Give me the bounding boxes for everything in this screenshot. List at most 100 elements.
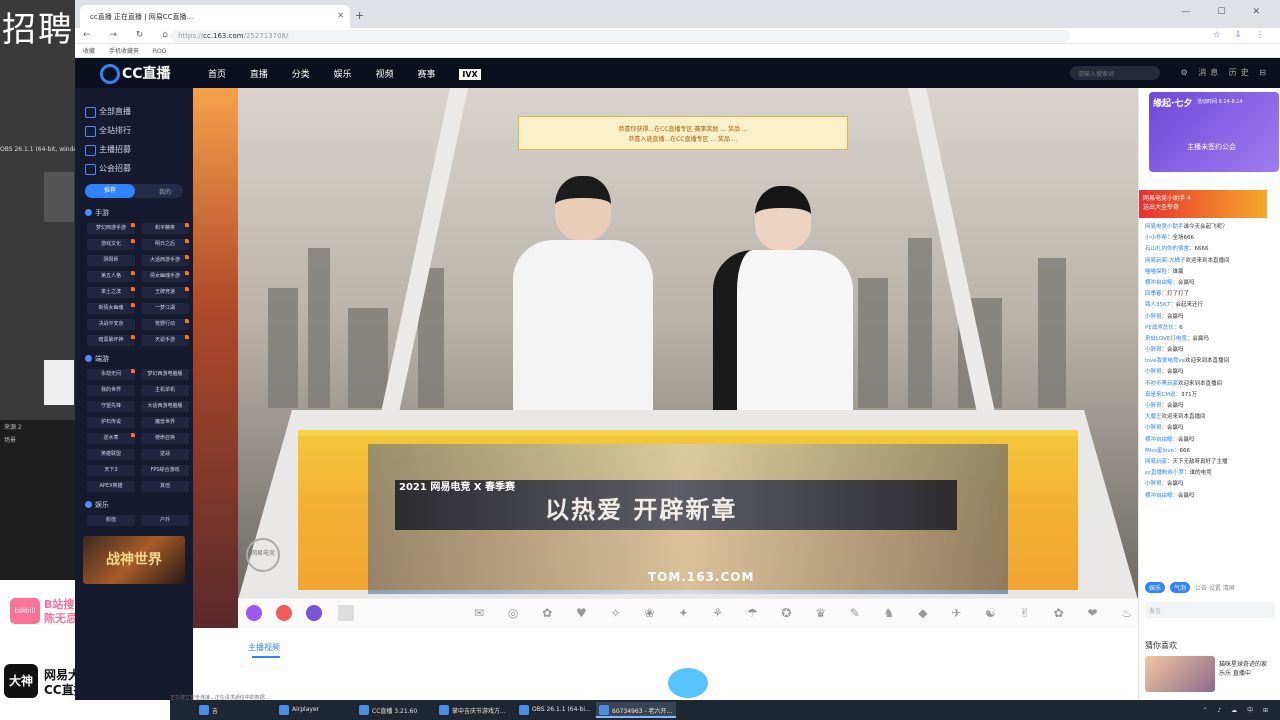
game-link[interactable]: 新倩女幽魂 bbox=[87, 303, 135, 314]
gift-bag-icon[interactable] bbox=[276, 605, 292, 621]
game-link[interactable]: 逆战 bbox=[141, 449, 189, 460]
ent-link[interactable]: 颜值 bbox=[87, 515, 135, 526]
noble-icon[interactable] bbox=[306, 605, 322, 621]
search-input[interactable]: 请输入搜索词 bbox=[1070, 66, 1160, 80]
chat-username[interactable]: 网易玩家： bbox=[1145, 459, 1173, 465]
tab-anchor-videos[interactable]: 主播视频 bbox=[248, 642, 280, 658]
chat-username[interactable]: 真是来CM说： bbox=[1145, 392, 1181, 398]
game-link[interactable]: 魔兽世界 bbox=[141, 417, 189, 428]
game-link[interactable]: 我的世界 bbox=[87, 385, 135, 396]
sidebar-item-all-live[interactable]: 全部直播 bbox=[75, 102, 193, 121]
game-link[interactable]: 游戏文化 bbox=[87, 239, 135, 250]
game-link[interactable]: 守望先锋 bbox=[87, 401, 135, 412]
obs-scene-row[interactable]: 场景 bbox=[0, 433, 75, 446]
obs-scene-row[interactable]: 来源 2 bbox=[0, 420, 75, 433]
game-link[interactable]: 决战平安京 bbox=[87, 319, 135, 330]
chat-username[interactable]: 路人3567： bbox=[1145, 302, 1176, 308]
game-link[interactable]: 大话西游电脑版 bbox=[141, 401, 189, 412]
game-link[interactable]: 天谕手游 bbox=[141, 335, 189, 346]
game-link[interactable]: 王牌竞速 bbox=[141, 287, 189, 298]
game-link[interactable]: 和平精英 bbox=[141, 223, 189, 234]
game-link[interactable]: 逆水寒 bbox=[87, 433, 135, 444]
game-link[interactable]: FPS综合游戏 bbox=[141, 465, 189, 476]
toggle-mine[interactable]: 我的 bbox=[159, 187, 171, 196]
toggle-recommend[interactable]: 推荐 bbox=[85, 184, 135, 198]
game-link[interactable]: 使命召唤 bbox=[141, 433, 189, 444]
chat-username[interactable]: 小胖哥： bbox=[1145, 425, 1167, 431]
chat-mode-bubble[interactable]: 气泡 bbox=[1169, 582, 1190, 593]
chat-input[interactable]: 发言 bbox=[1145, 602, 1275, 618]
taskbar-item[interactable]: Airplayer bbox=[276, 702, 323, 718]
cc-logo[interactable]: CC直播 bbox=[100, 63, 171, 84]
game-link[interactable]: 永劫无间 bbox=[87, 369, 135, 380]
close-icon[interactable]: ✕ bbox=[337, 11, 344, 20]
system-tray-icons[interactable]: ⌃ ♪ ☁ 中 ⊞ bbox=[1202, 705, 1272, 714]
sidebar-item-guild-recruit[interactable]: 公会招募 bbox=[75, 159, 193, 178]
chat-username[interactable]: cc直播粉丝小罗： bbox=[1145, 470, 1190, 476]
chat-username[interactable]: 喵喵探险： bbox=[1145, 269, 1173, 275]
window-controls[interactable]: — ☐ ✕ bbox=[1182, 7, 1272, 17]
fan-badge-icon[interactable] bbox=[246, 605, 262, 621]
gift-list[interactable]: ✉ ◎ ✿ ♥ ✧ ❀ ✦ ⚘ ☂ ✪ ♛ ✎ ♞ ◆ ✈ ☯ ✌ ✿ ❤ ♨ … bbox=[474, 606, 1177, 620]
chat-username[interactable]: Miss星love： bbox=[1145, 448, 1180, 454]
game-link[interactable]: 炉石传说 bbox=[87, 417, 135, 428]
chat-username[interactable]: 石山扎内你的宿舍： bbox=[1145, 246, 1195, 252]
taskbar-item[interactable]: OBS 26.1.1 (64-bi... bbox=[516, 702, 595, 718]
game-link[interactable]: 阴阳师 bbox=[87, 255, 135, 266]
nav-ivx-badge[interactable]: IVX bbox=[459, 69, 481, 80]
chat-username[interactable]: 横冲自由鲸： bbox=[1145, 280, 1178, 286]
sidebar-item-anchor-recruit[interactable]: 主播招募 bbox=[75, 140, 193, 159]
game-link[interactable]: 倩女幽魂手游 bbox=[141, 271, 189, 282]
game-link[interactable]: 一梦江湖 bbox=[141, 303, 189, 314]
chat-username[interactable]: 横冲自由鲸： bbox=[1145, 493, 1178, 499]
event-banner[interactable]: 缘起·七夕 活动时间 8.14-8.14 主播未签约公会 bbox=[1149, 92, 1279, 172]
taskbar-item[interactable]: 掌中吉庆节游戏方... bbox=[436, 702, 510, 718]
game-link[interactable]: 梦幻西游电脑版 bbox=[141, 369, 189, 380]
chat-username[interactable]: 网易玩家-大橘子 bbox=[1145, 258, 1186, 264]
chat-username[interactable]: 不吹不黑玩家 bbox=[1145, 381, 1178, 387]
chat-username[interactable]: 横冲自由鲸： bbox=[1145, 437, 1178, 443]
game-link[interactable]: APEX英雄 bbox=[87, 481, 135, 492]
grid-icon[interactable] bbox=[338, 605, 354, 621]
nav-buttons-icon[interactable]: ← → ↻ ⌂ bbox=[83, 30, 176, 40]
game-link[interactable]: 梦幻西游手游 bbox=[87, 223, 135, 234]
game-link[interactable]: 其他 bbox=[141, 481, 189, 492]
sidebar-ad-banner[interactable]: 战神世界 bbox=[83, 536, 185, 584]
chat-username[interactable]: 网易电竞小助手 bbox=[1145, 224, 1184, 230]
toolbar-icons[interactable]: ☆ ⇩ ⋮ bbox=[1213, 30, 1270, 39]
header-user-actions[interactable]: ⚙ 消息 历史 ⊟ bbox=[1180, 67, 1270, 78]
live-video-player[interactable]: 恭喜你获得...在CC直播专区 赛事奖励 ... 奖品 ... 恭喜入选直播..… bbox=[238, 88, 1138, 598]
chat-clear[interactable]: 清屏 bbox=[1223, 585, 1235, 592]
taskbar-item-active[interactable]: 60734963 - 老六开... bbox=[596, 702, 677, 718]
nav-entertainment[interactable]: 娱乐 bbox=[334, 70, 352, 80]
guess-text[interactable]: 猫咪星球奇迹的家 乐乐 直播中 bbox=[1219, 660, 1267, 678]
chat-notice[interactable]: 公告 bbox=[1195, 585, 1207, 592]
game-link[interactable]: 荒野行动 bbox=[141, 319, 189, 330]
chat-username[interactable]: 小胖哥： bbox=[1145, 369, 1167, 375]
browser-tab[interactable]: cc直播 正在直播 | 网易CC直播... ✕ bbox=[80, 5, 350, 28]
bookmark-item[interactable]: 收藏 bbox=[83, 48, 95, 55]
chat-username[interactable]: 小胖哥： bbox=[1145, 314, 1167, 320]
new-tab-icon[interactable]: + bbox=[355, 9, 364, 22]
chat-username[interactable]: 大魔王 bbox=[1145, 414, 1162, 420]
chat-mode-entertainment[interactable]: 娱乐 bbox=[1145, 582, 1166, 593]
sidebar-item-ranking[interactable]: 全站排行 bbox=[75, 121, 193, 140]
game-link[interactable]: 天下3 bbox=[87, 465, 135, 476]
nav-live[interactable]: 直播 bbox=[250, 70, 268, 80]
chat-username[interactable]: love我爱电竞ve bbox=[1145, 358, 1185, 364]
url-input[interactable]: https://cc.163.com/252713708/ bbox=[170, 30, 1070, 42]
nav-home[interactable]: 首页 bbox=[208, 70, 226, 80]
chat-username[interactable]: 小胖哥： bbox=[1145, 347, 1167, 353]
game-link[interactable]: 明日之后 bbox=[141, 239, 189, 250]
nav-category[interactable]: 分类 bbox=[292, 70, 310, 80]
chat-settings[interactable]: 设置 bbox=[1209, 585, 1221, 592]
chat-username[interactable]: 小胖哥： bbox=[1145, 481, 1167, 487]
nav-events[interactable]: 赛事 bbox=[417, 70, 435, 80]
game-link[interactable]: 大话西游手游 bbox=[141, 255, 189, 266]
bookmark-item[interactable]: 手机收藏夹 bbox=[109, 48, 139, 55]
chat-username[interactable]: 小胖哥： bbox=[1145, 403, 1167, 409]
sidebar-toggle[interactable]: 推荐 我的 bbox=[85, 184, 183, 198]
chat-username[interactable]: 小小怀希： bbox=[1145, 235, 1173, 241]
chat-username[interactable]: 来自LOVE打电竞： bbox=[1145, 336, 1192, 342]
game-link[interactable]: 率土之滨 bbox=[87, 287, 135, 298]
